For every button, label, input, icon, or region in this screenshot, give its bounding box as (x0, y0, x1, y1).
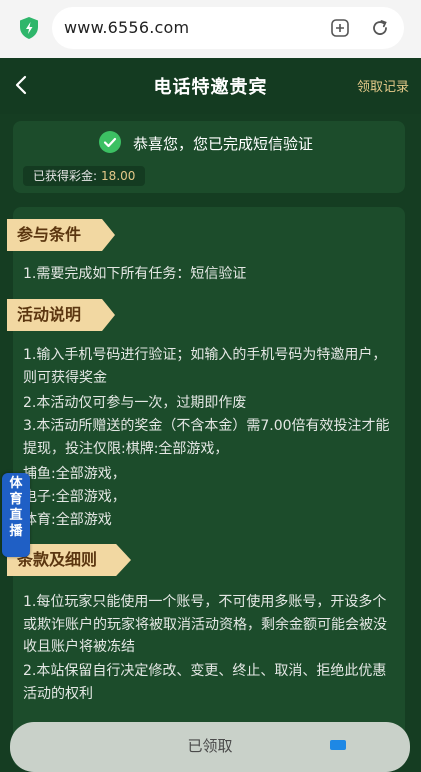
refresh-icon[interactable] (370, 18, 390, 38)
live-sports-badge[interactable]: 体育直播 (2, 473, 30, 557)
add-bookmark-icon[interactable] (330, 18, 350, 38)
url-text: www.6556.com (64, 18, 190, 37)
bonus-label: 已获得彩金: (33, 169, 98, 183)
url-field[interactable]: www.6556.com (52, 7, 404, 49)
description-line-4: 捕鱼:全部游戏， (23, 466, 126, 482)
app-tab-icon (330, 740, 346, 750)
check-circle-icon (99, 131, 121, 153)
description-line-3: 3.本活动所赠送的奖金（不含本金）需7.00倍有效投注才能提现，投注仅限:棋牌:… (23, 418, 390, 457)
terms-line-2: 2.本站保留自行决定修改、变更、终止、取消、拒绝此优惠活动的权利 (23, 663, 387, 702)
terms-line-1: 1.每位玩家只能使用一个账号，不可使用多账号，开设多个或欺诈账户的玩家将被取消活… (23, 594, 387, 655)
section-banner-description: 活动说明 (7, 299, 115, 331)
success-message: 恭喜您，您已完成短信验证 (133, 135, 314, 153)
description-line-6: 体育:全部游戏 (23, 512, 112, 528)
bonus-badge: 已获得彩金: 18.00 (23, 166, 146, 186)
claim-button[interactable]: 已领取 (10, 722, 410, 772)
description-line-5: 电子:全部游戏， (23, 489, 126, 505)
page-header: 电话特邀贵宾 领取记录 (0, 58, 421, 114)
shield-check-icon (20, 17, 38, 39)
description-line-2: 2.本活动仅可参与一次，过期即作废 (23, 395, 247, 411)
live-sports-badge-text: 体育直播 (9, 476, 23, 539)
conditions-line-1: 1.需要完成如下所有任务：短信验证 (23, 266, 247, 282)
browser-address-bar: www.6556.com (0, 0, 421, 58)
description-line-1: 1.输入手机号码进行验证；如输入的手机号码为特邀用户，则可获得奖金 (23, 347, 387, 386)
section-banner-conditions: 参与条件 (7, 219, 115, 251)
bonus-value: 18.00 (101, 169, 136, 183)
verification-success-card: 恭喜您，您已完成短信验证 已获得彩金: 18.00 (13, 121, 405, 193)
claim-records-link[interactable]: 领取记录 (357, 76, 409, 95)
